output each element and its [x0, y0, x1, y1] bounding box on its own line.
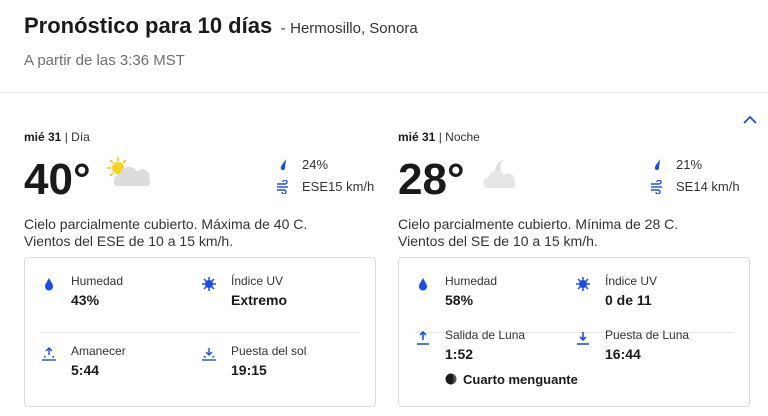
- night-wind: SE14 km/h: [650, 178, 750, 200]
- day-humidity-label: Humedad: [71, 274, 124, 288]
- day-uv-label: Índice UV: [231, 274, 284, 288]
- day-wind: ESE15 km/h: [276, 178, 376, 200]
- partly-cloudy-moon-icon: [483, 160, 516, 188]
- day-forecast: mié 31 | Día 40° 24% ESE15 km/h Cielo pa…: [24, 130, 376, 407]
- night-forecast: mié 31 | Noche 28° 21% SE14 km/h Cielo p…: [398, 130, 750, 407]
- night-uv-label: Índice UV: [605, 274, 658, 288]
- day-description-line1: Cielo parcialmente cubierto. Máxima de 4…: [24, 216, 308, 232]
- night-temp-row: 28° 21% SE14 km/h: [398, 156, 750, 214]
- night-moonset-label: Puesta de Luna: [605, 328, 690, 342]
- night-period: | Noche: [438, 130, 480, 144]
- day-temperature: 40°: [24, 155, 91, 204]
- day-precip: 24%: [276, 156, 376, 178]
- day-description-line2: Vientos del ESE de 10 a 15 km/h.: [24, 233, 234, 249]
- night-header: mié 31 | Noche: [398, 130, 750, 146]
- updated-time: A partir de las 3:36 MST: [24, 52, 185, 69]
- night-wind-value: SE14 km/h: [676, 179, 740, 194]
- card-divider: [41, 332, 359, 333]
- day-precip-value: 24%: [302, 157, 329, 172]
- night-precip-value: 21%: [676, 157, 703, 172]
- night-date: mié 31: [398, 130, 436, 144]
- uv-sun-icon: [576, 277, 590, 291]
- moon-phase-icon: [445, 373, 457, 385]
- forecast-header: Pronóstico para 10 días - Hermosillo, So…: [0, 0, 768, 92]
- moon-phase-label: Cuarto menguante: [463, 372, 578, 387]
- night-humidity-value: 58%: [445, 292, 474, 308]
- raindrop-icon: [280, 159, 286, 171]
- page-title: Pronóstico para 10 días: [24, 13, 273, 38]
- night-description-line1: Cielo parcialmente cubierto. Mínima de 2…: [398, 216, 679, 232]
- day-date: mié 31: [24, 130, 62, 144]
- sunset-icon: [202, 348, 216, 361]
- day-wind-value: ESE15 km/h: [302, 179, 375, 194]
- day-sunset-label: Puesta del sol: [231, 344, 307, 358]
- sunrise-icon: [42, 347, 56, 361]
- day-temp-row: 40° 24% ESE15 km/h: [24, 156, 376, 214]
- title-row: Pronóstico para 10 días - Hermosillo, So…: [24, 13, 418, 39]
- day-header: mié 31 | Día: [24, 130, 376, 146]
- humidity-drop-icon: [45, 278, 53, 291]
- moonrise-icon: [417, 330, 429, 345]
- day-humidity-value: 43%: [71, 292, 100, 308]
- night-temperature: 28°: [398, 155, 465, 204]
- night-humidity-label: Humedad: [445, 274, 498, 288]
- day-details-card: Humedad 43% Índice UV Extremo Amanecer 5…: [24, 257, 376, 407]
- night-moonrise-label: Salida de Luna: [445, 328, 526, 342]
- night-details-card: Humedad 58% Índice UV 0 de 11 Salida de …: [398, 257, 750, 407]
- night-moonrise-value: 1:52: [445, 346, 474, 362]
- header-divider: [0, 92, 768, 93]
- day-uv-value: Extremo: [231, 292, 288, 308]
- wind-icon: [277, 180, 288, 194]
- day-sunset-value: 19:15: [231, 362, 267, 378]
- day-period: | Día: [64, 130, 90, 144]
- humidity-drop-icon: [419, 278, 427, 291]
- raindrop-icon: [654, 159, 660, 171]
- night-moonset-value: 16:44: [605, 346, 641, 362]
- chevron-up-icon[interactable]: [740, 112, 760, 128]
- title-separator: -: [280, 20, 286, 37]
- uv-sun-icon: [202, 277, 216, 291]
- day-description: Cielo parcialmente cubierto. Máxima de 4…: [24, 216, 376, 250]
- night-precip: 21%: [650, 156, 750, 178]
- day-sunrise-label: Amanecer: [71, 344, 126, 358]
- wind-icon: [651, 180, 662, 194]
- night-description-line2: Vientos del SE de 10 a 15 km/h.: [398, 233, 598, 249]
- collapse-button[interactable]: [740, 112, 760, 128]
- night-quick-stats: 21% SE14 km/h: [650, 156, 750, 200]
- night-description: Cielo parcialmente cubierto. Mínima de 2…: [398, 216, 750, 250]
- partly-cloudy-sun-icon: [107, 157, 150, 186]
- night-uv-value: 0 de 11: [605, 292, 652, 308]
- moonset-icon: [577, 332, 589, 345]
- moon-phase: Cuarto menguante: [445, 372, 578, 387]
- day-quick-stats: 24% ESE15 km/h: [276, 156, 376, 200]
- day-sunrise-value: 5:44: [71, 362, 100, 378]
- location-name: Hermosillo, Sonora: [290, 20, 418, 37]
